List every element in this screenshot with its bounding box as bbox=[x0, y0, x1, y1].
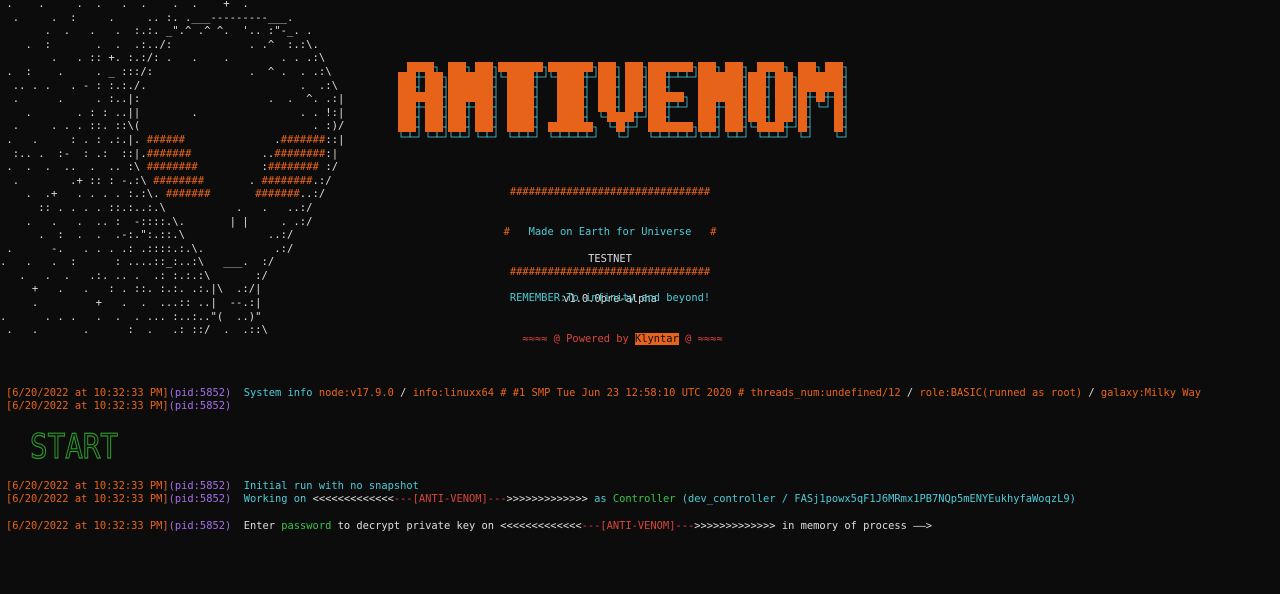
log-pid: (pid:5852) bbox=[168, 480, 232, 492]
enter-suffix: in memory of process ——> bbox=[781, 520, 932, 532]
log-timestamp: [6/20/2022 at 10:32:33 PM] bbox=[6, 480, 169, 492]
log-timestamp: [6/20/2022 at 10:32:33 PM] bbox=[6, 493, 169, 505]
log-line-working: [6/20/2022 at 10:32:33 PM](pid:5852) Wor… bbox=[6, 493, 1076, 506]
working-right-arrows: >>>>>>>>>>>>> bbox=[506, 493, 588, 505]
sysinfo-label: System info bbox=[243, 387, 313, 399]
enter-left-arrows: <<<<<<<<<<<<< bbox=[500, 520, 582, 532]
powered-prefix: ≈≈≈≈ @ Powered by bbox=[522, 333, 629, 346]
sysinfo-slash: / bbox=[906, 387, 914, 399]
working-name: [ANTI-VENOM] bbox=[412, 493, 488, 505]
logo-letter bbox=[798, 62, 843, 132]
logo-letter bbox=[698, 62, 743, 132]
antivenom-logo bbox=[396, 62, 856, 142]
log-pid: (pid:5852) bbox=[168, 400, 232, 412]
terminal-window[interactable]: . . . . . . . . + . . . : . .. :. .___--… bbox=[0, 0, 1280, 594]
enter-dashes-right: --- bbox=[675, 520, 695, 532]
enter-right-arrows: >>>>>>>>>>>>> bbox=[694, 520, 776, 532]
sysinfo-galaxy: galaxy:Milky Way bbox=[1100, 387, 1201, 399]
enter-password: password bbox=[281, 520, 332, 532]
start-banner: START bbox=[29, 426, 120, 467]
log-timestamp: [6/20/2022 at 10:32:33 PM] bbox=[6, 387, 169, 399]
banner-hash-top: ################################ bbox=[509, 186, 711, 199]
logo-letter bbox=[448, 62, 493, 132]
working-detail: (dev_controller / FASj1powx5qF1J6MRmx1PB… bbox=[681, 493, 1076, 505]
network-label: TESTNET bbox=[588, 253, 632, 266]
sysinfo-slash: / bbox=[1088, 387, 1095, 399]
enter-prefix: Enter bbox=[243, 520, 276, 532]
logo-letter bbox=[598, 62, 643, 132]
log-timestamp: [6/20/2022 at 10:32:33 PM] bbox=[6, 520, 169, 532]
enter-middle: to decrypt private key on bbox=[337, 520, 494, 532]
log-line-initial: [6/20/2022 at 10:32:33 PM](pid:5852) Ini… bbox=[6, 480, 419, 493]
sysinfo-slash: / bbox=[400, 387, 407, 399]
sysinfo-info: info:linuxx64 # #1 SMP Tue Jun 23 12:58:… bbox=[412, 387, 901, 399]
working-dashes-left: --- bbox=[393, 493, 413, 505]
powered-suffix: @ ≈≈≈≈ bbox=[685, 333, 723, 346]
log-line-empty: [6/20/2022 at 10:32:33 PM](pid:5852) bbox=[6, 400, 231, 413]
log-pid: (pid:5852) bbox=[168, 493, 232, 505]
working-dashes-right: --- bbox=[487, 493, 507, 505]
sysinfo-node: node:v17.9.0 bbox=[318, 387, 394, 399]
working-as: as bbox=[594, 493, 607, 505]
initial-run-text: Initial run with no snapshot bbox=[243, 480, 419, 492]
logo-letter bbox=[398, 62, 443, 132]
powered-line: ≈≈≈≈ @ Powered by Klyntar @ ≈≈≈≈ bbox=[430, 320, 790, 360]
powered-name: Klyntar bbox=[635, 333, 679, 346]
enter-dashes-left: --- bbox=[581, 520, 601, 532]
log-pid: (pid:5852) bbox=[168, 520, 232, 532]
log-line-enter: [6/20/2022 at 10:32:33 PM](pid:5852) Ent… bbox=[6, 520, 932, 533]
log-timestamp: [6/20/2022 at 10:32:33 PM] bbox=[6, 400, 169, 412]
log-pid: (pid:5852) bbox=[168, 387, 232, 399]
working-left-arrows: <<<<<<<<<<<<< bbox=[312, 493, 394, 505]
sysinfo-role: role:BASIC(runned as root) bbox=[919, 387, 1083, 399]
ascii-art-face: . . . . . . . . + . . . : . .. :. .___--… bbox=[0, 0, 345, 337]
remember-text: REMEMBER:To infinity and beyond! bbox=[509, 292, 711, 305]
logo-letter bbox=[748, 62, 793, 132]
enter-name: [ANTI-VENOM] bbox=[600, 520, 676, 532]
working-prefix: Working on bbox=[243, 493, 307, 505]
start-text: START bbox=[30, 430, 118, 462]
log-line-sysinfo: [6/20/2022 at 10:32:33 PM](pid:5852) Sys… bbox=[6, 387, 1201, 400]
working-controller: Controller bbox=[612, 493, 676, 505]
